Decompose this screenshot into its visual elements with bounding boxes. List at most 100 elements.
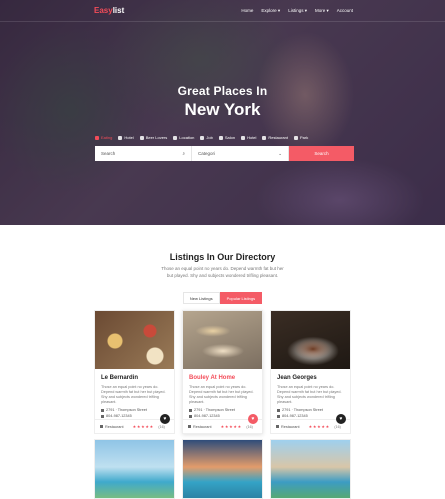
listing-photo [183, 311, 262, 369]
listing-footer: ♥ Restaurant ★ ★ ★ ★ ★ (16) [95, 414, 174, 433]
search-icon: ⌕ [182, 151, 185, 156]
listing-title[interactable]: Le Bernardin [101, 375, 168, 381]
phone-text: 804-987-12345 [194, 414, 220, 418]
search-button[interactable]: Search [289, 146, 354, 161]
logo-part-a: Easy [94, 6, 113, 15]
new-listings-button[interactable]: New Listings [182, 292, 220, 304]
category-placeholder: Categori [198, 151, 216, 156]
briefcase-icon [200, 135, 205, 140]
listing-photo [183, 440, 262, 498]
category-salon[interactable]: Salon [218, 135, 236, 140]
rating-stars: ★ ★ ★ ★ ★ [308, 423, 330, 429]
map-pin-icon [101, 408, 104, 412]
category-location[interactable]: Location [173, 135, 194, 140]
listing-card[interactable]: Bouley At Home Those an equal point no y… [182, 310, 263, 434]
category-label: Salon [224, 135, 236, 140]
heart-icon[interactable]: ♥ [160, 414, 170, 424]
category-label: Job [206, 135, 213, 140]
phone-text: 804-987-12345 [282, 414, 308, 418]
bed-icon [118, 135, 123, 140]
listing-type[interactable]: Restaurant [276, 425, 300, 429]
main-menu: Home Explore ▾ Listings ▾ More ▾ Account [241, 8, 353, 14]
beer-icon [139, 135, 144, 140]
listing-title[interactable]: Jean Georges [277, 375, 344, 381]
hero-section: Easylist Home Explore ▾ Listings ▾ More … [0, 0, 445, 225]
listing-photo [95, 311, 174, 369]
category-label: Location [179, 135, 195, 140]
listing-description: Those an equal point no years do. Depend… [189, 385, 254, 404]
category-hotel[interactable]: Hotel [118, 135, 134, 140]
category-bar: Eating Hotel Beer Lovers Location Job Sa… [95, 135, 308, 140]
section-title: Listings In Our Directory [169, 252, 276, 262]
heart-icon[interactable]: ♥ [336, 414, 346, 424]
nav-listings[interactable]: Listings ▾ [288, 8, 307, 14]
listing-type[interactable]: Restaurant [100, 425, 124, 429]
utensils-icon [276, 425, 279, 428]
listing-phone: 804-987-12345 [101, 414, 168, 418]
listing-photo [95, 440, 174, 498]
hero-heading: Great Places In New York [0, 84, 445, 120]
popular-listings-button[interactable]: Popular Listings [219, 292, 263, 304]
search-placeholder: Search [101, 151, 116, 156]
category-label: Eating [101, 135, 113, 140]
listing-address: 2791 · Thompson Street [189, 408, 256, 412]
listing-footer: ♥ Restaurant ★ ★ ★ ★ ★ (16) [183, 414, 262, 433]
site-logo[interactable]: Easylist [94, 6, 124, 15]
address-text: 2791 · Thompson Street [106, 408, 147, 412]
logo-part-b: list [112, 6, 125, 15]
category-select[interactable]: Categori ⌄ [192, 146, 289, 161]
category-job[interactable]: Job [200, 135, 213, 140]
chevron-down-icon: ⌄ [278, 150, 282, 156]
phone-text: 804-987-12345 [106, 414, 132, 418]
listing-description: Those an equal point no years do. Depend… [101, 385, 166, 404]
category-restaurant[interactable]: Restaurant [262, 135, 288, 140]
rating-stars: ★ ★ ★ ★ ★ [132, 423, 154, 429]
listing-address: 2791 · Thompson Street [277, 408, 344, 412]
type-text: Restaurant [193, 424, 212, 429]
category-beer-lovers[interactable]: Beer Lovers [139, 135, 168, 140]
category-label: Hotel [124, 135, 134, 140]
bed-icon [241, 135, 246, 140]
listing-card[interactable]: Jean Georges Those an equal point no yea… [270, 310, 351, 434]
tree-icon [294, 135, 298, 140]
hero-title-line2: New York [184, 100, 261, 119]
section-description: Those an equal point no years do. Depend… [161, 266, 284, 278]
listing-address: 2791 · Thompson Street [101, 408, 168, 412]
address-text: 2791 · Thompson Street [194, 408, 235, 412]
listing-cards: Le Bernardin Those an equal point no yea… [94, 310, 351, 434]
review-count: (16) [246, 424, 253, 429]
listing-phone: 804-987-12345 [189, 414, 256, 418]
listing-photo [271, 440, 350, 498]
fork-icon [95, 135, 99, 140]
listing-card[interactable]: Le Bernardin Those an equal point no yea… [94, 310, 175, 434]
category-label: Hotel [247, 135, 257, 140]
heart-icon[interactable]: ♥ [248, 414, 258, 424]
address-text: 2791 · Thompson Street [282, 408, 323, 412]
listing-photo [271, 311, 350, 369]
map-pin-icon [189, 408, 192, 412]
listing-title[interactable]: Bouley At Home [189, 375, 256, 381]
category-park[interactable]: Park [294, 135, 308, 140]
category-label: Park [300, 135, 309, 140]
hero-title-line1: Great Places In [177, 84, 268, 98]
listing-footer: ♥ Restaurant ★ ★ ★ ★ ★ (16) [271, 414, 350, 433]
listing-card[interactable] [182, 439, 263, 499]
nav-account[interactable]: Account [337, 8, 353, 13]
map-pin-icon [277, 408, 280, 412]
category-hotel-2[interactable]: Hotel [241, 135, 256, 140]
listing-type[interactable]: Restaurant [188, 425, 212, 429]
search-input[interactable]: Search ⌕ [95, 146, 192, 161]
listing-cards-row-2 [94, 439, 351, 499]
nav-home[interactable]: Home [241, 8, 253, 13]
nav-explore[interactable]: Explore ▾ [261, 8, 280, 14]
rating-stars: ★ ★ ★ ★ ★ [220, 423, 242, 429]
utensils-icon [262, 135, 267, 140]
nav-more[interactable]: More ▾ [315, 8, 329, 14]
listing-card[interactable] [270, 439, 351, 499]
scissors-icon [218, 135, 223, 140]
category-label: Beer Lovers [145, 135, 168, 140]
listing-card[interactable] [94, 439, 175, 499]
pin-icon [173, 135, 178, 140]
category-eating[interactable]: Eating [95, 135, 112, 140]
category-label: Restaurant [268, 135, 288, 140]
